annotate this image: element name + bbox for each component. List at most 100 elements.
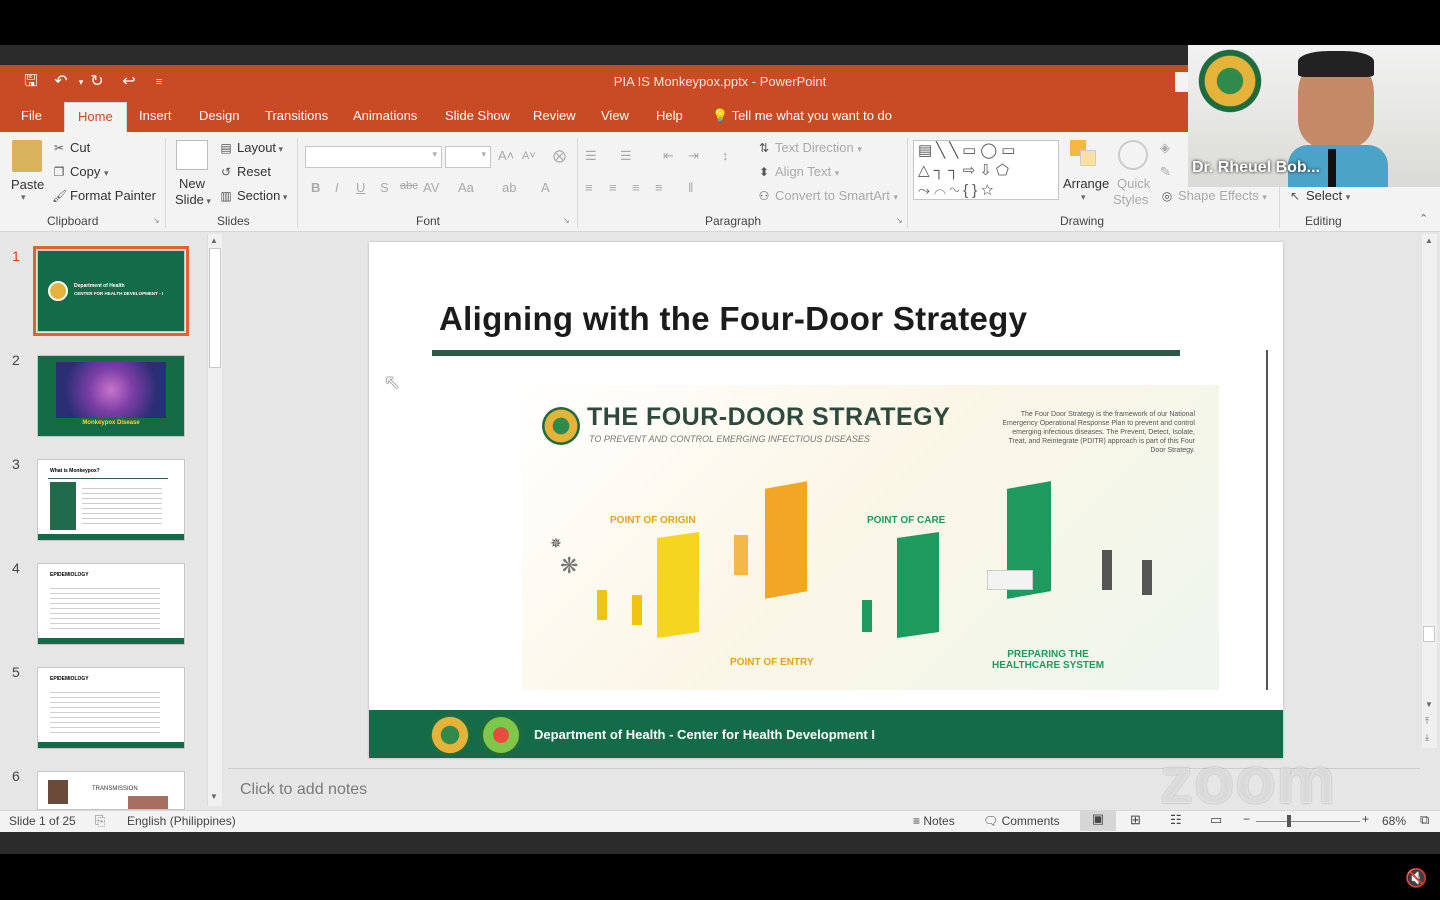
underline-icon[interactable]: U xyxy=(356,180,365,195)
shapes-gallery[interactable]: ▤╲╲▭◯▭ △┐┐⇨⇩⬠ ⤳⌒∿{}☆ xyxy=(913,140,1059,200)
new-slide-icon[interactable] xyxy=(176,140,208,170)
arrange-button[interactable]: Arrange xyxy=(1063,176,1109,191)
participant-video[interactable]: Dr. Rheuel Bob... xyxy=(1188,45,1440,187)
thumbnail-scrollbar[interactable]: ▲ ▼ xyxy=(207,234,222,806)
tab-review[interactable]: Review xyxy=(533,108,576,123)
font-launcher-icon[interactable]: ↘ xyxy=(563,216,570,225)
clipboard-launcher-icon[interactable]: ↘ xyxy=(153,216,160,225)
quick-styles-icon[interactable] xyxy=(1118,140,1148,170)
copy-button[interactable]: ❐ Copy ▾ xyxy=(52,164,109,179)
clear-formatting-icon[interactable]: ⨂ xyxy=(553,148,566,164)
strikethrough-icon[interactable]: abc xyxy=(400,180,418,192)
tab-file[interactable]: File xyxy=(21,108,42,123)
thumbnail-slide-4[interactable]: EPIDEMIOLOGY xyxy=(37,563,185,645)
scroll-down-icon[interactable]: ▼ xyxy=(1425,700,1433,709)
columns-icon[interactable]: ‖ xyxy=(688,180,693,195)
select-button[interactable]: ↖ Select ▾ xyxy=(1288,188,1350,203)
tab-animations[interactable]: Animations xyxy=(353,108,417,123)
reset-button[interactable]: ↺ Reset xyxy=(219,164,271,179)
line-spacing-icon[interactable]: ↕ xyxy=(722,148,729,163)
scroll-up-icon[interactable]: ▲ xyxy=(1425,236,1433,245)
normal-view-icon[interactable]: ▣ xyxy=(1080,811,1116,831)
thumbnail-slide-1[interactable]: Department of Health CENTER FOR HEALTH D… xyxy=(33,246,189,336)
comments-toggle[interactable]: 🗨 Comments xyxy=(983,814,1060,828)
paragraph-launcher-icon[interactable]: ↘ xyxy=(896,216,903,225)
shape-outline-icon[interactable]: ✎ xyxy=(1160,164,1171,180)
arrange-dropdown-icon[interactable]: ▾ xyxy=(1081,192,1086,203)
fit-to-window-icon[interactable]: ⧉ xyxy=(1420,812,1429,828)
collapse-ribbon-icon[interactable]: ⌃ xyxy=(1419,212,1428,225)
justify-icon[interactable]: ≡ xyxy=(655,180,663,195)
scroll-thumb[interactable] xyxy=(1423,626,1435,642)
previous-slide-icon[interactable]: ⤒ xyxy=(1425,716,1429,727)
quick-styles-button[interactable]: Quick xyxy=(1117,176,1150,191)
shadow-icon[interactable]: S xyxy=(380,180,389,195)
zoom-in-icon[interactable]: + xyxy=(1362,812,1369,826)
tell-me-box[interactable]: 💡 Tell me what you want to do xyxy=(712,108,892,124)
bullets-icon[interactable]: ☰ xyxy=(585,148,597,164)
new-slide-button-2[interactable]: Slide ▾ xyxy=(175,192,211,207)
new-slide-button[interactable]: New xyxy=(179,176,205,191)
bold-icon[interactable]: B xyxy=(311,180,320,195)
scroll-up-icon[interactable]: ▲ xyxy=(210,236,218,245)
scroll-thumb[interactable] xyxy=(209,248,221,368)
zoom-level[interactable]: 68% xyxy=(1382,814,1406,828)
notes-toggle[interactable]: ≡ Notes xyxy=(913,814,955,828)
arrange-icon[interactable] xyxy=(1070,140,1098,168)
text-direction-button[interactable]: ⇅ Text Direction ▾ xyxy=(757,140,862,155)
cut-button[interactable]: ✂ Cut xyxy=(52,140,90,155)
tab-home[interactable]: Home xyxy=(64,102,127,132)
dropdown-icon: ▾ xyxy=(857,144,862,154)
shape-fill-icon[interactable]: ◈ xyxy=(1160,140,1170,156)
numbering-icon[interactable]: ☰ xyxy=(620,148,632,164)
account-icon[interactable] xyxy=(1175,72,1189,92)
layout-button[interactable]: ▤ Layout ▾ xyxy=(219,140,283,155)
tab-design[interactable]: Design xyxy=(199,108,239,123)
speaker-muted-icon[interactable]: 🔇 xyxy=(1405,868,1427,889)
slide-title[interactable]: Aligning with the Four-Door Strategy xyxy=(439,300,1027,338)
section-button[interactable]: ▥ Section ▾ xyxy=(219,188,287,203)
character-spacing-icon[interactable]: AV xyxy=(423,180,439,195)
align-text-button[interactable]: ⬍ Align Text ▾ xyxy=(757,164,839,179)
font-color-icon[interactable]: A xyxy=(541,180,550,195)
zoom-slider-track[interactable] xyxy=(1256,821,1360,822)
tab-help[interactable]: Help xyxy=(656,108,683,123)
align-right-icon[interactable]: ≡ xyxy=(632,180,640,195)
format-painter-button[interactable]: 🖌 Format Painter xyxy=(52,188,156,203)
tab-slide-show[interactable]: Slide Show xyxy=(445,108,510,123)
slide-scrollbar[interactable]: ▲ ▼ ⤒ ⤓ xyxy=(1422,234,1437,748)
thumbnail-slide-6[interactable]: TRANSMISSION xyxy=(37,771,185,810)
tab-view[interactable]: View xyxy=(601,108,629,123)
notes-placeholder[interactable]: Click to add notes xyxy=(240,781,367,799)
tell-me-text: Tell me what you want to do xyxy=(731,108,892,123)
thumbnail-slide-2[interactable]: Monkeypox Disease xyxy=(37,355,185,437)
paste-dropdown-icon[interactable]: ▾ xyxy=(21,192,26,203)
change-case-icon[interactable]: Aa xyxy=(458,180,474,195)
thumbnail-slide-3[interactable]: What is Monkeypox? xyxy=(37,459,185,541)
four-door-infographic[interactable]: THE FOUR-DOOR STRATEGY TO PREVENT AND CO… xyxy=(522,385,1219,690)
font-family-input[interactable]: ▾ xyxy=(305,146,442,168)
increase-font-icon[interactable]: A˄ xyxy=(498,148,514,163)
highlight-icon[interactable]: ab xyxy=(502,180,516,195)
scroll-down-icon[interactable]: ▼ xyxy=(210,792,218,801)
align-left-icon[interactable]: ≡ xyxy=(585,180,593,195)
slide-sorter-icon[interactable]: ⊞ xyxy=(1130,812,1141,828)
tab-insert[interactable]: Insert xyxy=(139,108,172,123)
convert-smartart-button[interactable]: ⚇ Convert to SmartArt ▾ xyxy=(757,188,898,203)
slide-canvas[interactable]: Aligning with the Four-Door Strategy THE… xyxy=(369,242,1283,758)
align-center-icon[interactable]: ≡ xyxy=(609,180,617,195)
spellcheck-icon[interactable]: ⎘ xyxy=(95,813,105,829)
decrease-font-icon[interactable]: A˅ xyxy=(522,150,536,162)
paste-button[interactable]: Paste xyxy=(11,177,44,192)
decrease-indent-icon[interactable]: ⇤ xyxy=(663,148,674,164)
tab-transitions[interactable]: Transitions xyxy=(265,108,328,123)
shape-effects-button[interactable]: ◎ Shape Effects ▾ xyxy=(1160,188,1267,203)
font-size-input[interactable]: ▾ xyxy=(445,146,491,168)
increase-indent-icon[interactable]: ⇥ xyxy=(688,148,699,164)
quick-styles-button-2[interactable]: Styles xyxy=(1113,192,1148,207)
next-slide-icon[interactable]: ⤓ xyxy=(1425,732,1429,743)
thumbnail-slide-5[interactable]: EPIDEMIOLOGY xyxy=(37,667,185,749)
language-indicator[interactable]: English (Philippines) xyxy=(127,814,236,828)
paste-icon[interactable] xyxy=(12,140,42,172)
italic-icon[interactable]: I xyxy=(335,180,339,195)
